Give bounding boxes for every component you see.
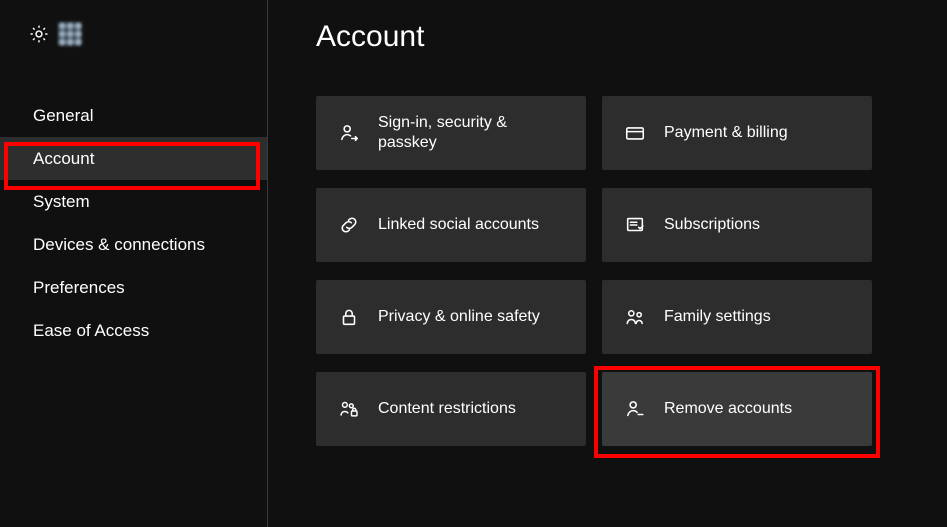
tile-label: Content restrictions (378, 399, 516, 419)
avatar[interactable] (58, 22, 82, 46)
sidebar-item-label: General (33, 106, 93, 126)
tile-family-settings[interactable]: Family settings (602, 280, 872, 354)
sidebar-item-ease-of-access[interactable]: Ease of Access (0, 309, 267, 352)
page-title: Account (316, 20, 947, 54)
sidebar-item-label: System (33, 192, 90, 212)
sidebar-item-system[interactable]: System (0, 180, 267, 223)
tile-privacy-safety[interactable]: Privacy & online safety (316, 280, 586, 354)
sidebar-item-account[interactable]: Account (0, 137, 267, 180)
settings-sidebar: General Account System Devices & connect… (0, 0, 268, 527)
sidebar-item-label: Account (33, 149, 94, 169)
remove-person-icon (624, 398, 646, 420)
sidebar-item-general[interactable]: General (0, 94, 267, 137)
sidebar-item-label: Preferences (33, 278, 125, 298)
tile-label: Subscriptions (664, 215, 760, 235)
sidebar-item-label: Ease of Access (33, 321, 149, 341)
settings-main: Account Sign-in, security & passkey Pa (268, 0, 947, 527)
family-lock-icon (338, 398, 360, 420)
tile-label: Family settings (664, 307, 771, 327)
tile-linked-social[interactable]: Linked social accounts (316, 188, 586, 262)
gear-icon (28, 23, 50, 45)
sidebar-item-preferences[interactable]: Preferences (0, 266, 267, 309)
account-tile-grid: Sign-in, security & passkey Payment & bi… (316, 96, 947, 446)
subscriptions-icon (624, 214, 646, 236)
tile-label: Remove accounts (664, 399, 792, 419)
person-arrow-icon (338, 122, 360, 144)
tile-label: Linked social accounts (378, 215, 539, 235)
tile-remove-accounts[interactable]: Remove accounts (602, 372, 872, 446)
family-icon (624, 306, 646, 328)
tile-signin-security[interactable]: Sign-in, security & passkey (316, 96, 586, 170)
tile-label: Sign-in, security & passkey (378, 113, 548, 153)
sidebar-item-devices[interactable]: Devices & connections (0, 223, 267, 266)
sidebar-nav: General Account System Devices & connect… (0, 64, 267, 352)
tile-payment-billing[interactable]: Payment & billing (602, 96, 872, 170)
tile-content-restrictions[interactable]: Content restrictions (316, 372, 586, 446)
tile-label: Payment & billing (664, 123, 788, 143)
tile-label: Privacy & online safety (378, 307, 540, 327)
tile-subscriptions[interactable]: Subscriptions (602, 188, 872, 262)
card-icon (624, 122, 646, 144)
sidebar-header (0, 0, 267, 64)
sidebar-item-label: Devices & connections (33, 235, 205, 255)
lock-icon (338, 306, 360, 328)
link-icon (338, 214, 360, 236)
